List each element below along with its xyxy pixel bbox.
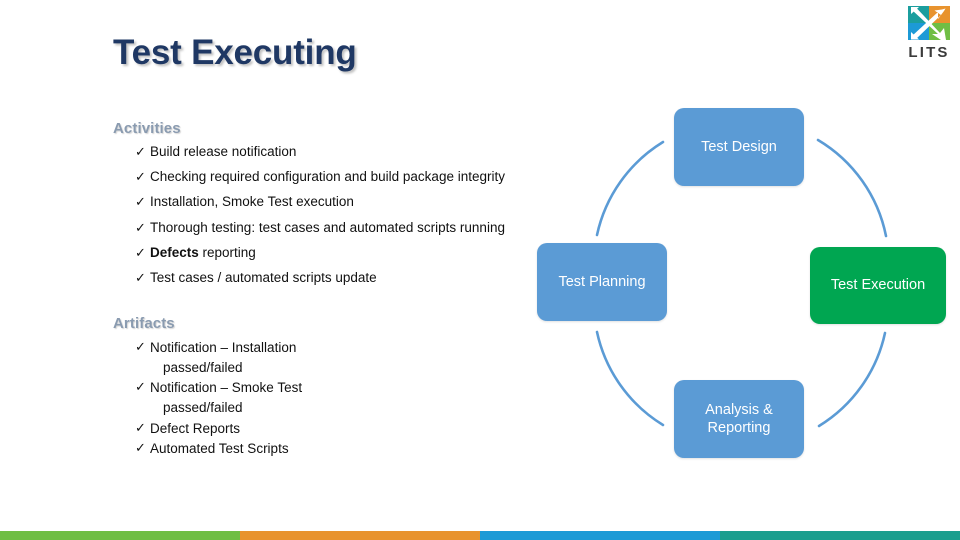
list-item-emphasis: Defects bbox=[150, 244, 199, 260]
logo-mark bbox=[908, 6, 950, 40]
node-test-design[interactable]: Test Design bbox=[674, 108, 804, 186]
check-icon: ✓ bbox=[135, 270, 146, 286]
logo-arrows-icon bbox=[911, 7, 946, 40]
page-title: Test Executing bbox=[113, 33, 357, 72]
list-item-label: Thorough testing: test cases and automat… bbox=[150, 219, 505, 235]
list-item-line1: Notification – Installation bbox=[150, 340, 297, 356]
check-icon: ✓ bbox=[135, 244, 146, 260]
node-analysis-reporting[interactable]: Analysis & Reporting bbox=[674, 380, 804, 458]
arc-planning-to-design bbox=[595, 140, 665, 237]
check-icon: ✓ bbox=[135, 144, 146, 159]
list-item-label: Automated Test Scripts bbox=[150, 441, 289, 457]
bar-segment-teal bbox=[720, 531, 960, 540]
list-item-label: Defects reporting bbox=[150, 244, 256, 262]
test-process-cycle-diagram: Test Design Test Planning Test Execution… bbox=[505, 95, 960, 475]
check-icon: ✓ bbox=[135, 339, 146, 355]
check-icon: ✓ bbox=[135, 169, 146, 185]
list-item-label: Installation, Smoke Test execution bbox=[150, 194, 354, 210]
list-item-label: Test cases / automated scripts update bbox=[150, 270, 377, 286]
arc-analysis-to-planning bbox=[595, 330, 665, 427]
node-test-execution-label: Test Execution bbox=[830, 277, 926, 294]
list-item-label: Notification – Installation passed/failed bbox=[150, 338, 296, 377]
lits-logo: LITS bbox=[900, 6, 958, 66]
list-item-label: Defect Reports bbox=[150, 420, 241, 436]
bar-segment-orange bbox=[240, 531, 480, 540]
node-test-planning[interactable]: Test Planning bbox=[537, 243, 667, 321]
node-analysis-line2: Reporting bbox=[707, 420, 771, 436]
check-icon: ✓ bbox=[135, 194, 146, 210]
check-icon: ✓ bbox=[135, 219, 146, 235]
list-item-label: Checking required configuration and buil… bbox=[150, 169, 505, 185]
list-item-rest: reporting bbox=[198, 244, 256, 260]
check-icon: ✓ bbox=[135, 440, 146, 456]
list-item-label: Build release notification bbox=[150, 144, 297, 159]
bottom-color-bar bbox=[0, 531, 960, 540]
list-item-line2: passed/failed bbox=[163, 359, 243, 375]
node-analysis-line1: Analysis & bbox=[705, 401, 773, 418]
node-test-planning-label: Test Planning bbox=[558, 273, 646, 290]
list-item-label: Notification – Smoke Test passed/failed bbox=[150, 378, 302, 417]
arc-execution-to-analysis bbox=[817, 331, 887, 428]
logo-wordmark: LITS bbox=[908, 44, 950, 61]
check-icon: ✓ bbox=[135, 379, 146, 395]
list-item-line1: Notification – Smoke Test bbox=[150, 380, 303, 396]
node-test-design-label: Test Design bbox=[701, 138, 777, 155]
node-analysis-reporting-label: Analysis & Reporting bbox=[705, 401, 773, 437]
bar-segment-green bbox=[0, 531, 240, 540]
node-test-execution[interactable]: Test Execution bbox=[810, 247, 946, 324]
bar-segment-blue bbox=[480, 531, 720, 540]
check-icon: ✓ bbox=[135, 419, 146, 435]
arc-design-to-execution bbox=[816, 138, 888, 238]
list-item-line2: passed/failed bbox=[163, 400, 243, 415]
